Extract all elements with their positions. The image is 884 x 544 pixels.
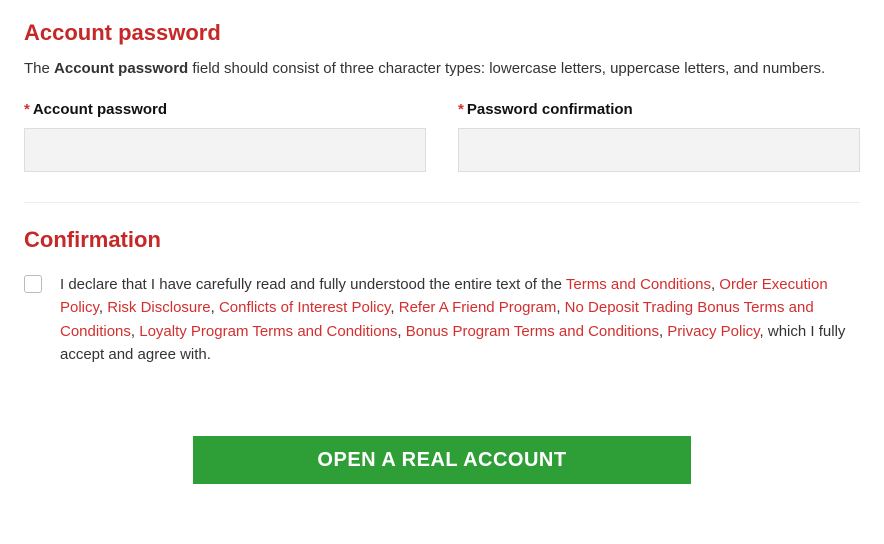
account-password-field-group: *Account password [24, 101, 426, 172]
bonus-program-link[interactable]: Bonus Program Terms and Conditions [406, 323, 659, 340]
required-asterisk: * [458, 101, 464, 118]
terms-and-conditions-link[interactable]: Terms and Conditions [566, 276, 711, 293]
confirmation-heading: Confirmation [24, 227, 860, 253]
account-password-input[interactable] [24, 128, 426, 172]
password-confirmation-label-text: Password confirmation [467, 101, 633, 118]
risk-disclosure-link[interactable]: Risk Disclosure [107, 299, 210, 316]
declaration-checkbox[interactable] [24, 275, 42, 293]
account-password-heading: Account password [24, 20, 860, 46]
password-fields-row: *Account password *Password confirmation [24, 101, 860, 172]
account-password-label: *Account password [24, 101, 426, 118]
declaration-text: I declare that I have carefully read and… [60, 273, 860, 366]
sep: , [211, 299, 219, 316]
declaration-row: I declare that I have carefully read and… [24, 273, 860, 366]
password-confirmation-label: *Password confirmation [458, 101, 860, 118]
password-description: The Account password field should consis… [24, 58, 860, 79]
sep: , [556, 299, 564, 316]
sep: , [131, 323, 139, 340]
loyalty-program-link[interactable]: Loyalty Program Terms and Conditions [139, 323, 397, 340]
password-desc-prefix: The [24, 60, 54, 77]
conflicts-of-interest-link[interactable]: Conflicts of Interest Policy [219, 299, 390, 316]
declaration-start: I declare that I have carefully read and… [60, 276, 566, 293]
account-password-label-text: Account password [33, 101, 167, 118]
button-row: Open a Real Account [24, 436, 860, 484]
section-divider [24, 202, 860, 203]
privacy-policy-link[interactable]: Privacy Policy [667, 323, 759, 340]
sep: , [390, 299, 398, 316]
password-desc-suffix: field should consist of three character … [188, 60, 825, 77]
password-confirmation-input[interactable] [458, 128, 860, 172]
open-real-account-button[interactable]: Open a Real Account [193, 436, 691, 484]
sep: , [397, 323, 405, 340]
refer-a-friend-link[interactable]: Refer A Friend Program [399, 299, 557, 316]
password-desc-bold: Account password [54, 60, 188, 77]
required-asterisk: * [24, 101, 30, 118]
password-confirmation-field-group: *Password confirmation [458, 101, 860, 172]
sep: , [99, 299, 107, 316]
